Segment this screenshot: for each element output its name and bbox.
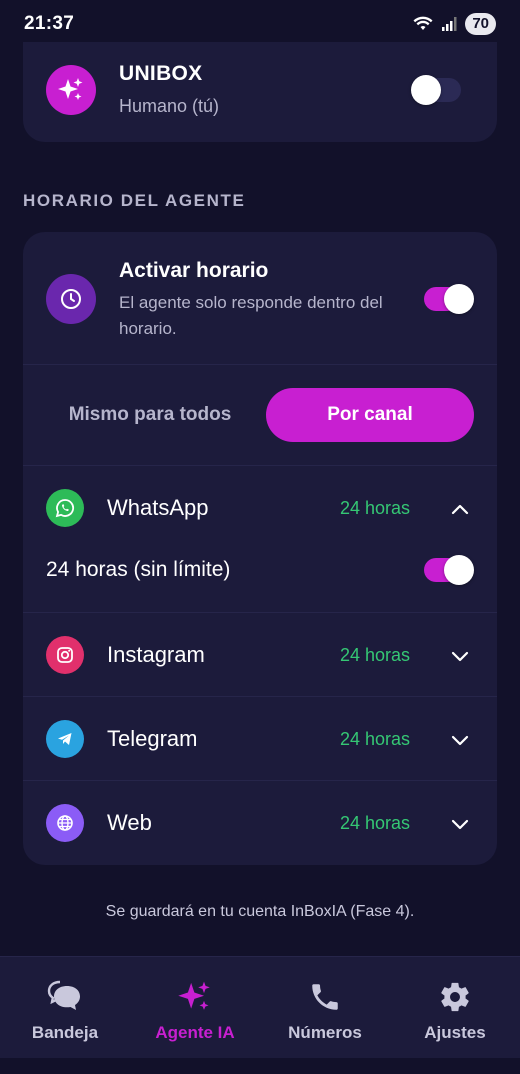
telegram-icon <box>46 720 84 758</box>
signal-icon <box>442 17 457 31</box>
sparkles-icon <box>58 78 83 100</box>
channel-hours: 24 horas <box>340 729 411 749</box>
schedule-card: Activar horario El agente solo responde … <box>23 232 497 865</box>
chevron-down-icon <box>449 645 471 667</box>
channel-name: Instagram <box>107 642 205 667</box>
battery-indicator: 70 <box>465 13 496 35</box>
whatsapp-24h-label: 24 horas (sin límite) <box>46 558 231 581</box>
segment-per-channel[interactable]: Por canal <box>266 388 474 442</box>
section-label-schedule: HORARIO DEL AGENTE <box>23 191 246 210</box>
chat-bubbles-icon <box>47 979 83 1015</box>
agent-card[interactable]: UNIBOX Humano (tú) <box>23 42 497 142</box>
whatsapp-icon <box>46 489 84 527</box>
channel-name: Telegram <box>107 726 198 751</box>
save-note: Se guardará en tu cuenta InBoxIA (Fase 4… <box>105 903 415 920</box>
bottom-nav: Bandeja Agente IA Números Ajustes <box>0 956 520 1058</box>
agent-subtitle: Humano (tú) <box>119 96 220 116</box>
channel-hours: 24 horas <box>340 498 411 518</box>
agent-title: UNIBOX <box>119 62 203 85</box>
channel-name: Web <box>107 810 152 835</box>
nav-item-inbox[interactable]: Bandeja <box>0 957 130 1059</box>
nav-label: Ajustes <box>424 1023 486 1042</box>
clock-avatar <box>46 274 96 324</box>
divider <box>23 465 497 466</box>
sparkles-icon <box>177 979 213 1015</box>
activate-schedule-title: Activar horario <box>119 259 269 282</box>
agent-avatar <box>46 65 96 115</box>
clock-icon <box>61 289 81 309</box>
chevron-down-icon <box>449 729 471 751</box>
divider <box>23 780 497 781</box>
nav-item-settings[interactable]: Ajustes <box>390 957 520 1059</box>
status-icons: 70 <box>413 13 496 35</box>
instagram-icon <box>46 636 84 674</box>
activate-schedule-description: El agente solo responde dentro del horar… <box>119 293 383 338</box>
nav-label: Agente IA <box>155 1023 235 1042</box>
phone-icon <box>307 979 343 1015</box>
divider <box>23 612 497 613</box>
nav-item-agent-ia[interactable]: Agente IA <box>130 957 260 1059</box>
divider <box>23 696 497 697</box>
divider <box>23 364 497 365</box>
channel-name: WhatsApp <box>107 495 209 520</box>
channel-hours: 24 horas <box>340 813 411 833</box>
globe-icon <box>46 804 84 842</box>
chevron-up-icon <box>449 498 471 520</box>
gesture-bar-area <box>0 1058 520 1074</box>
nav-item-numbers[interactable]: Números <box>260 957 390 1059</box>
toggle-knob <box>444 555 474 585</box>
whatsapp-24h-toggle[interactable] <box>424 555 474 585</box>
segment-same-for-all[interactable]: Mismo para todos <box>46 388 254 442</box>
status-time: 21:37 <box>24 13 75 34</box>
nav-label: Números <box>288 1023 362 1042</box>
agent-toggle[interactable] <box>411 75 461 105</box>
nav-label: Bandeja <box>31 1023 99 1042</box>
status-bar: 21:37 70 <box>0 0 520 48</box>
chevron-down-icon <box>449 813 471 835</box>
wifi-icon <box>413 16 433 30</box>
gear-icon <box>437 979 473 1015</box>
toggle-knob <box>411 75 441 105</box>
channel-hours: 24 horas <box>340 645 411 665</box>
toggle-knob <box>444 284 474 314</box>
activate-schedule-toggle[interactable] <box>424 284 474 314</box>
